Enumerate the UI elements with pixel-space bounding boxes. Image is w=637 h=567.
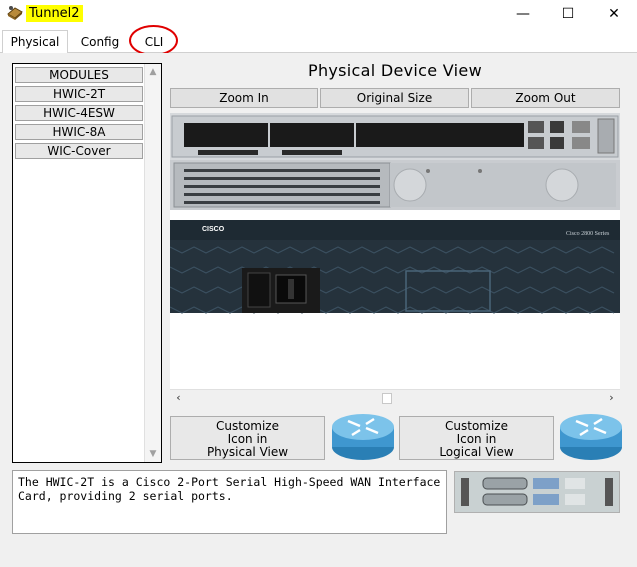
cisco-brand-text: CISCO (202, 226, 225, 233)
tab-cli[interactable]: CLI (134, 30, 174, 53)
router-app-icon (7, 6, 23, 20)
physical-device-view-title: Physical Device View (308, 61, 482, 80)
zoom-out-button[interactable]: Zoom Out (471, 88, 620, 108)
scrollbar-thumb[interactable] (382, 393, 392, 404)
zoom-in-button[interactable]: Zoom In (170, 88, 318, 108)
module-item-hwic-2t[interactable]: HWIC-2T (15, 86, 143, 102)
customize-physical-label-3: Physical View (206, 445, 289, 459)
router-physical-icon (332, 414, 394, 460)
hwic-2t-module-image (454, 471, 620, 513)
modules-list: MODULES HWIC-2T HWIC-4ESW HWIC-8A WIC-Co… (12, 63, 162, 463)
device-view-scrollbar[interactable]: ‹ › (170, 389, 620, 406)
close-button[interactable]: ✕ (591, 0, 637, 28)
module-item-hwic-8a[interactable]: HWIC-8A (15, 124, 143, 140)
scroll-up-icon[interactable]: ▲ (145, 64, 161, 80)
original-size-button[interactable]: Original Size (320, 88, 469, 108)
scroll-right-icon[interactable]: › (603, 390, 620, 407)
customize-logical-label-3: Logical View (439, 445, 514, 459)
minimize-button[interactable]: — (500, 0, 546, 28)
scroll-down-icon[interactable]: ▼ (145, 446, 161, 462)
customize-logical-icon-button[interactable]: Customize Icon in Logical View (399, 416, 554, 460)
scroll-left-icon[interactable]: ‹ (170, 390, 187, 407)
window-title: Tunnel2 (26, 5, 83, 22)
module-description: The HWIC-2T is a Cisco 2-Port Serial Hig… (12, 470, 447, 534)
minimize-icon: — (516, 6, 530, 22)
title-bar: Tunnel2 — ☐ ✕ (0, 0, 637, 28)
physical-tab-panel: MODULES HWIC-2T HWIC-4ESW HWIC-8A WIC-Co… (0, 53, 637, 567)
tab-bar: Physical Config CLI (0, 30, 637, 54)
tab-config[interactable]: Config (70, 30, 130, 53)
cisco-series-text: Cisco 2800 Series (566, 231, 610, 237)
maximize-icon: ☐ (561, 6, 575, 22)
module-item-wic-cover[interactable]: WIC-Cover (15, 143, 143, 159)
router-logical-icon (560, 414, 622, 460)
module-item-hwic-4esw[interactable]: HWIC-4ESW (15, 105, 143, 121)
modules-header: MODULES (15, 67, 143, 83)
maximize-button[interactable]: ☐ (545, 0, 591, 28)
tab-physical[interactable]: Physical (2, 30, 68, 54)
customize-physical-icon-button[interactable]: Customize Icon in Physical View (170, 416, 325, 460)
modules-scrollbar[interactable]: ▲ ▼ (144, 64, 161, 462)
close-icon: ✕ (608, 6, 620, 22)
device-image-view[interactable]: CISCO Cisco 2800 Series (170, 113, 620, 406)
router-chassis-image: CISCO Cisco 2800 Series (170, 113, 620, 314)
